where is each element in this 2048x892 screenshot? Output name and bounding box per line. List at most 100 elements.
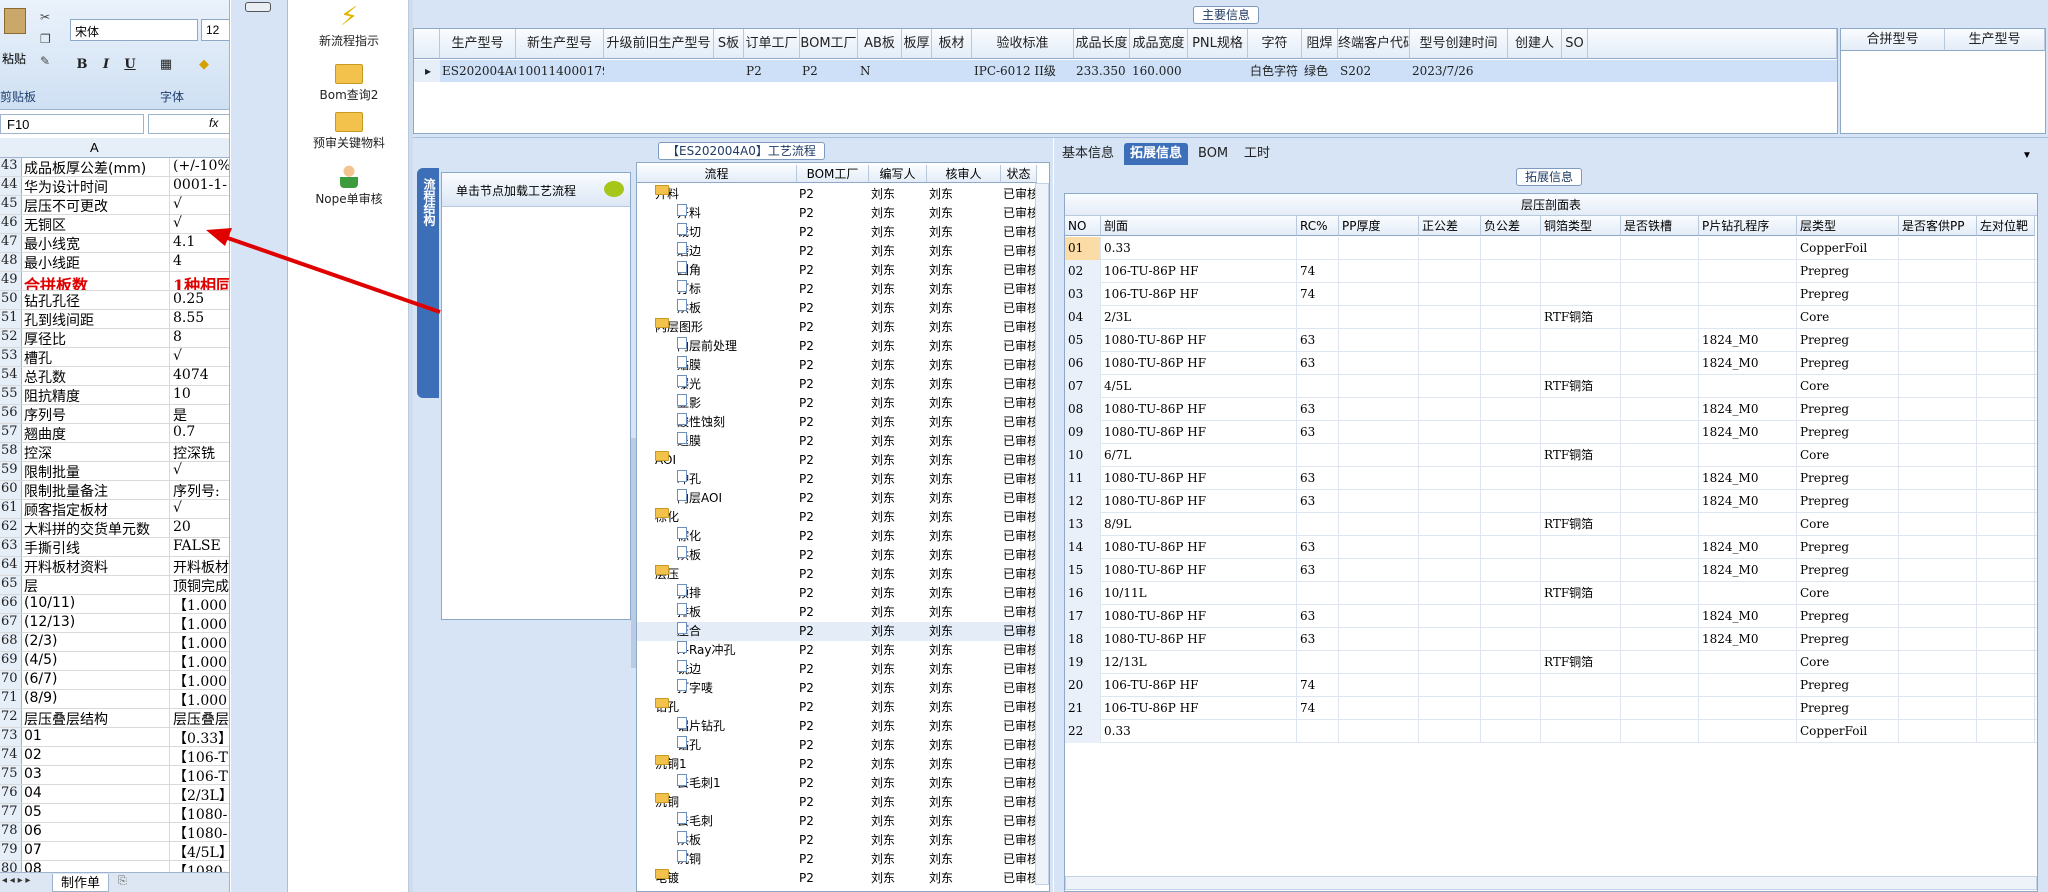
tree-scrollbar[interactable]: [1035, 183, 1049, 885]
layer-cell[interactable]: 63: [1297, 352, 1339, 375]
layer-cell[interactable]: [1339, 674, 1419, 697]
layer-cell[interactable]: Core: [1797, 375, 1899, 398]
layer-cell[interactable]: [1699, 283, 1797, 306]
tree-node[interactable]: 烘板 P2 刘东 刘东 已审核: [637, 299, 1037, 318]
layer-cell[interactable]: [1699, 260, 1797, 283]
column-header[interactable]: 板材: [932, 29, 972, 59]
tab-dropdown-icon[interactable]: ▼: [2022, 150, 2032, 161]
collapse-icon[interactable]: [245, 2, 271, 12]
row-number[interactable]: 47: [0, 234, 22, 252]
row-number[interactable]: 77: [0, 804, 22, 822]
layer-cell[interactable]: RTF铜箔: [1541, 513, 1621, 536]
tree-node-name[interactable]: 开料: [677, 204, 795, 223]
layer-cell[interactable]: [1339, 444, 1419, 467]
tree-node[interactable]: 开料 P2 刘东 刘东 已审核: [637, 204, 1037, 223]
tree-node-name[interactable]: 预排: [677, 584, 795, 603]
cell-a[interactable]: 07: [22, 842, 170, 860]
layer-cell[interactable]: [1621, 352, 1699, 375]
layer-cell[interactable]: [1899, 697, 1977, 720]
cell-a[interactable]: 06: [22, 823, 170, 841]
cell-b[interactable]: 0.25: [171, 291, 229, 309]
layer-column-header[interactable]: 剖面: [1101, 216, 1297, 236]
cell-b[interactable]: 【1080-: [171, 804, 229, 822]
tab-2[interactable]: BOM: [1192, 143, 1234, 165]
tree-node[interactable]: 去毛刺 P2 刘东 刘东 已审核: [637, 812, 1037, 831]
row-number[interactable]: 72: [0, 709, 22, 727]
formula-bar[interactable]: fx: [148, 114, 229, 134]
layer-cell[interactable]: [1621, 697, 1699, 720]
tree-node-name[interactable]: 压合: [677, 622, 795, 641]
flow-load-area[interactable]: 单击节点加载工艺流程: [441, 172, 631, 620]
tree-node[interactable]: −内层图形 P2 刘东 刘东 已审核: [637, 318, 1037, 337]
tree-node[interactable]: 预排 P2 刘东 刘东 已审核: [637, 584, 1037, 603]
layer-cell[interactable]: [1899, 559, 1977, 582]
layer-cell[interactable]: [1481, 329, 1541, 352]
cell-b[interactable]: √: [171, 462, 229, 480]
cell-b[interactable]: 10: [171, 386, 229, 404]
layer-cell[interactable]: 1080-TU-86P HF: [1101, 398, 1297, 421]
layer-cell[interactable]: 09: [1065, 421, 1101, 444]
cell-b[interactable]: √: [171, 348, 229, 366]
layer-row[interactable]: 08 1080-TU-86P HF 63 1824_M0 Prepreg: [1065, 398, 2037, 421]
row-number[interactable]: 43: [0, 158, 22, 176]
tree-node[interactable]: 打字唛 P2 刘东 刘东 已审核: [637, 679, 1037, 698]
new-sheet-icon[interactable]: ⎘: [118, 875, 127, 888]
row-number[interactable]: 79: [0, 842, 22, 860]
grid-cell[interactable]: N: [858, 60, 902, 82]
layer-cell[interactable]: Prepreg: [1797, 329, 1899, 352]
cell-a[interactable]: 厚径比: [22, 329, 170, 347]
cell-a[interactable]: 总孔数: [22, 367, 170, 385]
layer-cell[interactable]: 10/11L: [1101, 582, 1297, 605]
layer-cell[interactable]: [1481, 651, 1541, 674]
layer-cell[interactable]: [1977, 674, 2035, 697]
cell-b[interactable]: 0001-1-: [171, 177, 229, 195]
tree-node[interactable]: −棕化 P2 刘东 刘东 已审核: [637, 508, 1037, 527]
layer-cell[interactable]: 1080-TU-86P HF: [1101, 628, 1297, 651]
cell-b[interactable]: 4.1: [171, 234, 229, 252]
cell-a[interactable]: 华为设计时间: [22, 177, 170, 195]
column-header[interactable]: BOM工厂: [800, 29, 858, 59]
layer-cell[interactable]: [1899, 398, 1977, 421]
layer-cell[interactable]: Prepreg: [1797, 283, 1899, 306]
grid-cell[interactable]: [1188, 60, 1248, 82]
layer-cell[interactable]: [1621, 421, 1699, 444]
layer-cell[interactable]: [1481, 375, 1541, 398]
cell-a[interactable]: 02: [22, 747, 170, 765]
cell-a[interactable]: 孔到线间距: [22, 310, 170, 328]
tree-node-name[interactable]: 曝光: [677, 375, 795, 394]
tree-node[interactable]: X-Ray冲孔 P2 刘东 刘东 已审核: [637, 641, 1037, 660]
layer-cell[interactable]: [1419, 697, 1481, 720]
action-item[interactable]: 预审关键物料: [289, 108, 409, 151]
layer-cell[interactable]: [1419, 720, 1481, 743]
layer-cell[interactable]: [1899, 375, 1977, 398]
layer-cell[interactable]: 1080-TU-86P HF: [1101, 467, 1297, 490]
tree-node[interactable]: 去毛刺1 P2 刘东 刘东 已审核: [637, 774, 1037, 793]
layer-cell[interactable]: [1977, 720, 2035, 743]
merge-column-header[interactable]: 合拼型号: [1841, 29, 1945, 51]
layer-cell[interactable]: [1419, 559, 1481, 582]
layer-cell[interactable]: [1541, 352, 1621, 375]
layer-cell[interactable]: RTF铜箔: [1541, 306, 1621, 329]
fx-icon[interactable]: fx: [209, 116, 218, 130]
layer-cell[interactable]: [1339, 582, 1419, 605]
layer-cell[interactable]: Prepreg: [1797, 398, 1899, 421]
paste-icon[interactable]: [2, 8, 28, 48]
layer-cell[interactable]: [1699, 651, 1797, 674]
grid-cell[interactable]: 233.350: [1074, 60, 1130, 82]
layer-cell[interactable]: [1977, 237, 2035, 260]
bold-button[interactable]: B: [72, 55, 92, 75]
column-header[interactable]: 型号创建时间: [1410, 29, 1508, 59]
layer-cell[interactable]: [1899, 536, 1977, 559]
grid-cell[interactable]: [604, 60, 714, 82]
layer-cell[interactable]: 106-TU-86P HF: [1101, 674, 1297, 697]
tree-node[interactable]: −AOI P2 刘东 刘东 已审核: [637, 451, 1037, 470]
layer-cell[interactable]: [1297, 582, 1339, 605]
layer-cell[interactable]: [1419, 674, 1481, 697]
tree-node-name[interactable]: −开料: [655, 185, 795, 204]
tree-node-name[interactable]: 打标: [677, 280, 795, 299]
layer-cell[interactable]: [1977, 605, 2035, 628]
cell-a[interactable]: 层压不可更改: [22, 196, 170, 214]
layer-cell[interactable]: [1899, 306, 1977, 329]
tab-3[interactable]: 工时: [1238, 143, 1276, 165]
layer-cell[interactable]: 63: [1297, 421, 1339, 444]
